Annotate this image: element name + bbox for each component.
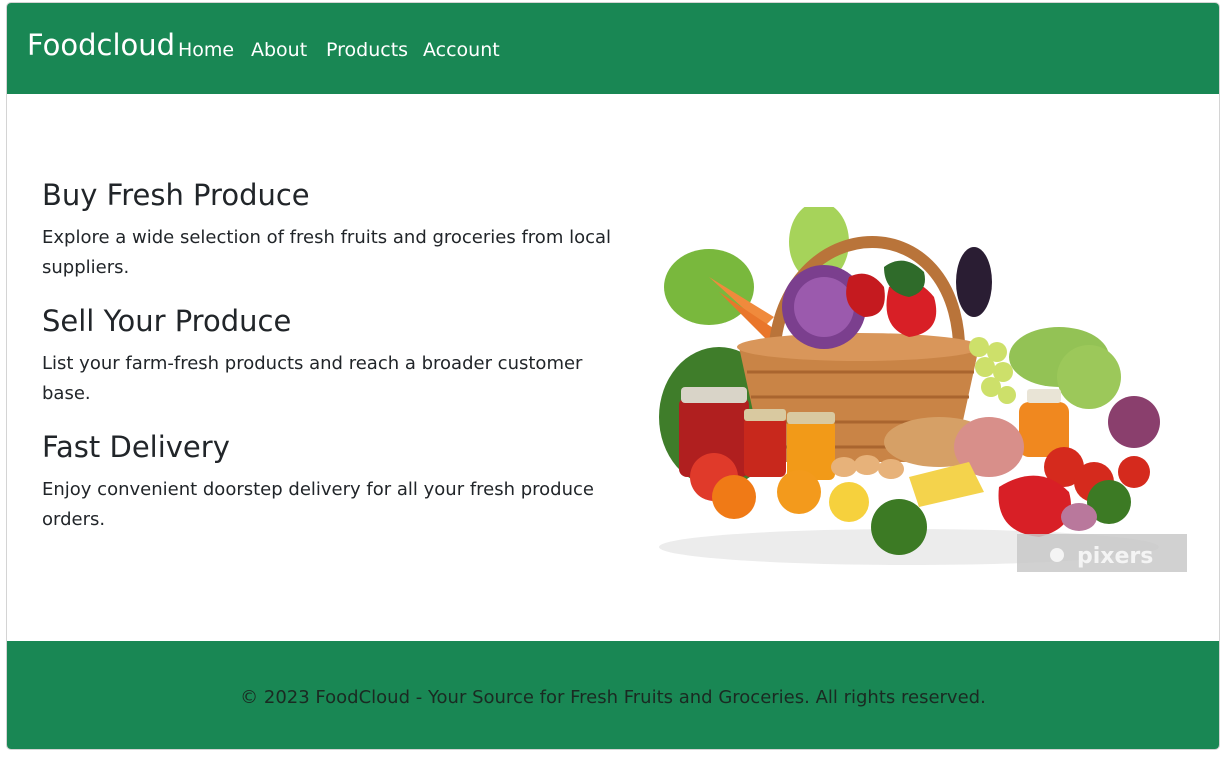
feature-text-buy: Explore a wide selection of fresh fruits…: [42, 227, 612, 278]
page-frame: Foodcloud Home About Products Account Bu…: [6, 2, 1220, 750]
footer-copyright: © 2023 FoodCloud - Your Source for Fresh…: [240, 687, 986, 708]
feature-title-delivery: Fast Delivery: [42, 430, 230, 464]
feature-title-buy: Buy Fresh Produce: [42, 178, 310, 212]
nav-link-home[interactable]: Home: [178, 37, 234, 63]
navbar: Foodcloud Home About Products Account: [7, 3, 1219, 94]
footer: © 2023 FoodCloud - Your Source for Fresh…: [7, 641, 1219, 749]
nav-link-products[interactable]: Products: [326, 37, 408, 63]
nav-link-account[interactable]: Account: [423, 37, 500, 63]
brand-logo-link[interactable]: Foodcloud: [27, 25, 175, 65]
watermark-text: pixers: [1077, 544, 1153, 569]
produce-basket-image: pixers: [659, 207, 1187, 572]
feature-text-delivery: Enjoy convenient doorstep delivery for a…: [42, 479, 594, 530]
feature-text-sell: List your farm-fresh products and reach …: [42, 353, 583, 404]
main-content: Buy Fresh Produce Explore a wide selecti…: [7, 94, 1219, 641]
nav-link-about[interactable]: About: [251, 37, 307, 63]
feature-title-sell: Sell Your Produce: [42, 304, 292, 338]
